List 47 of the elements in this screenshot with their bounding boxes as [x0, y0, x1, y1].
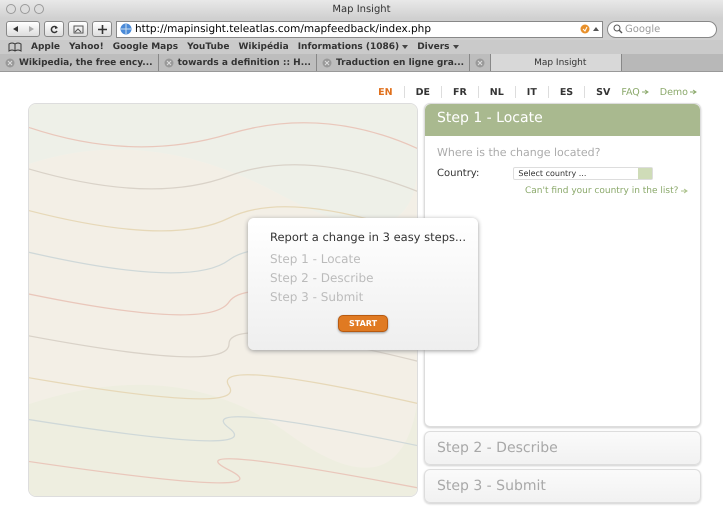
add-bookmark-button[interactable] — [92, 21, 112, 37]
question-text: Where is the change located? — [437, 146, 602, 159]
window-title: Map Insight — [332, 4, 391, 14]
image-icon — [72, 24, 84, 34]
arrow-icon — [681, 188, 688, 194]
bookmark-link[interactable]: Apple — [31, 42, 60, 52]
arrow-icon — [642, 89, 649, 95]
back-icon — [12, 25, 18, 33]
globe-icon — [120, 23, 132, 35]
bookmark-link[interactable]: Yahoo! — [69, 42, 104, 52]
browser-tab[interactable]: Wikipedia, the free ency... — [0, 54, 159, 71]
arrow-icon — [690, 89, 697, 95]
bookmark-menu[interactable]: Divers — [417, 42, 459, 52]
reload-button[interactable] — [44, 21, 64, 37]
search-icon — [613, 24, 623, 34]
language-link[interactable]: SV — [596, 86, 610, 98]
address-field[interactable]: http://mapinsight.teleatlas.com/mapfeedback/index.php — [116, 20, 603, 38]
bookmark-link[interactable]: YouTube — [187, 42, 230, 52]
caret-icon — [402, 45, 408, 49]
dialog-heading: Report a change in 3 easy steps... — [270, 230, 467, 244]
reload-icon — [50, 24, 58, 34]
country-label: Country: — [437, 168, 480, 179]
step-text: Step 3 - Submit — [270, 289, 364, 306]
plus-icon — [98, 24, 106, 34]
step-text: Step 1 - Locate — [270, 251, 362, 268]
close-icon — [475, 58, 486, 68]
browser-tab[interactable]: Map Insight — [491, 54, 622, 71]
close-icon — [164, 58, 174, 68]
browser-tab[interactable]: towards a definition :: H... — [158, 54, 317, 71]
book-icon — [8, 42, 22, 52]
language-link[interactable]: IT — [526, 86, 537, 98]
bookmark-link[interactable]: Google Maps — [112, 42, 178, 52]
forward-icon — [28, 25, 34, 33]
close-icon — [5, 58, 15, 68]
browser-tab[interactable]: Traduction en ligne gra... — [316, 54, 470, 71]
bookmark-link[interactable]: Wikipédia — [238, 42, 289, 52]
language-link[interactable]: DE — [416, 86, 430, 98]
step-text: Step 2 - Describe — [270, 270, 374, 287]
close-icon — [322, 58, 332, 68]
caret-icon — [593, 27, 599, 31]
language-link[interactable]: NL — [490, 86, 504, 98]
caret-icon — [452, 45, 459, 49]
bookmark-menu[interactable]: Informations (1086) — [298, 42, 408, 52]
language-link[interactable]: ES — [560, 86, 574, 98]
language-link[interactable]: FR — [452, 86, 467, 98]
snapshot-button[interactable] — [68, 21, 88, 37]
country-select[interactable]: Select country ... — [513, 167, 654, 180]
